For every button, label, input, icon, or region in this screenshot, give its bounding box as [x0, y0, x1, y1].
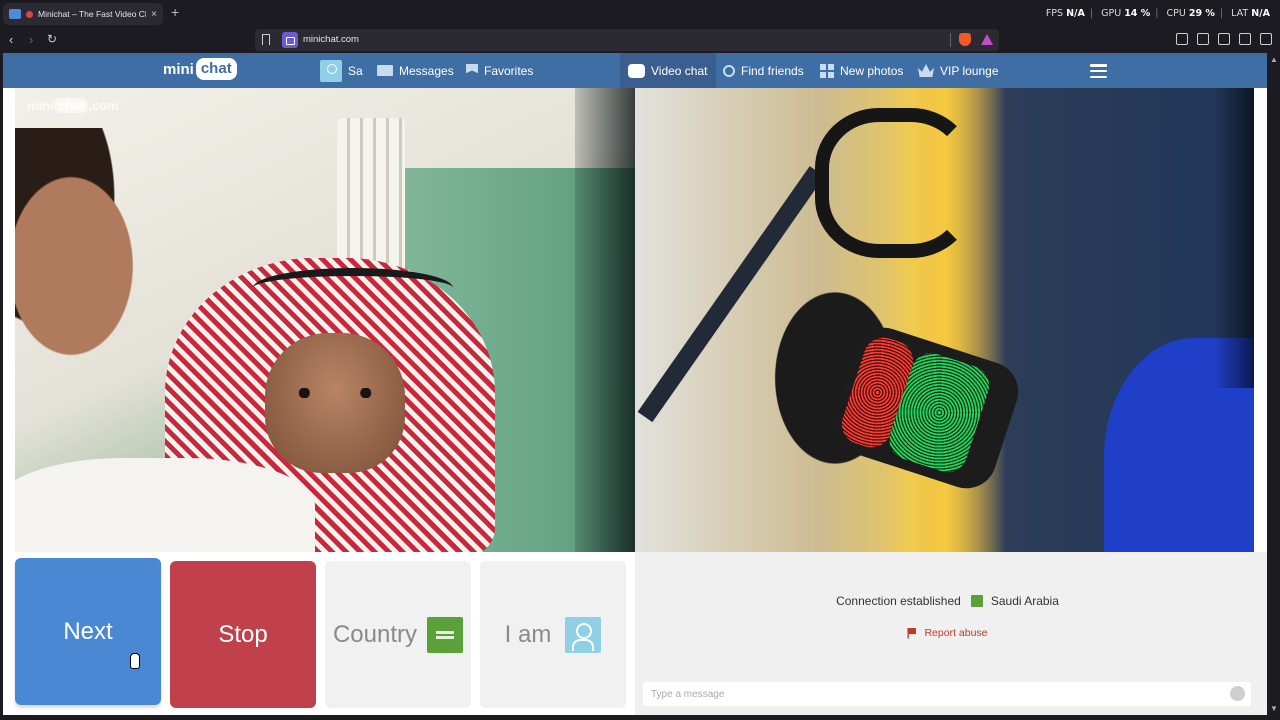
country-button[interactable]: Country [325, 561, 471, 708]
reload-icon[interactable]: ↻ [47, 32, 57, 46]
nav-messages-label: Messages [399, 63, 454, 78]
fps-label: FPS [1045, 8, 1064, 19]
recording-dot-icon [26, 10, 33, 18]
nav-find-friends-label: Find friends [741, 63, 804, 78]
hamburger-menu-icon[interactable] [1090, 64, 1107, 78]
nav-vip-lounge[interactable]: VIP lounge [918, 53, 999, 88]
cpu-value: 29 % [1188, 8, 1215, 19]
browser-tab-bar: Minichat – The Fast Video Ch × + FPS N/A… [0, 0, 1280, 27]
nav-favorites[interactable]: Favorites [466, 53, 533, 88]
user-avatar-icon [565, 616, 602, 653]
saudi-flag-icon [427, 616, 464, 653]
toolbar-icons [1176, 33, 1272, 45]
gender-button[interactable]: I am [480, 561, 626, 708]
brave-shields-icon[interactable] [959, 33, 971, 46]
user-name: Sa [348, 63, 363, 78]
nav-video-chat-label: Video chat [651, 63, 708, 78]
back-icon[interactable]: ‹ [9, 32, 13, 47]
country-label: Country [332, 620, 418, 648]
stop-label: Stop [218, 620, 268, 648]
browser-nav-bar: ‹ › ↻ minichat.com [0, 27, 1280, 53]
message-input[interactable] [651, 686, 1211, 702]
vpn-icon[interactable] [1239, 33, 1251, 45]
nav-new-photos[interactable]: New photos [820, 53, 903, 88]
grid-icon [820, 63, 834, 78]
chat-panel: Connection established Saudi Arabia Repo… [635, 552, 1267, 715]
brave-rewards-icon[interactable] [981, 34, 993, 45]
scroll-up-icon[interactable]: ▲ [1270, 55, 1278, 64]
bookmark-flag-icon [466, 63, 478, 74]
nav-find-friends[interactable]: Find friends [723, 53, 804, 88]
partner-video: mini chat .com [15, 88, 635, 552]
fps-value: N/A [1066, 8, 1085, 19]
forward-icon[interactable]: › [29, 32, 33, 47]
message-box[interactable] [643, 682, 1251, 706]
self-video [635, 88, 1254, 552]
logo-mini: mini [163, 61, 194, 78]
browser-tab[interactable]: Minichat – The Fast Video Ch × [3, 3, 163, 25]
lat-label: LAT [1231, 8, 1249, 19]
leo-ai-icon[interactable] [1218, 33, 1230, 45]
report-abuse-label: Report abuse [924, 627, 988, 639]
connection-text: Connection established [836, 594, 961, 608]
i-am-label: I am [504, 620, 552, 648]
saudi-flag-icon [970, 595, 983, 607]
nav-favorites-label: Favorites [484, 63, 534, 78]
url-text[interactable]: minichat.com [303, 34, 359, 45]
minichat-page: mini chat Sa Messages Favorites Video ch… [3, 53, 1267, 715]
tab-close-icon[interactable]: × [151, 9, 157, 20]
site-header: mini chat Sa Messages Favorites Video ch… [3, 53, 1267, 88]
address-bar[interactable]: minichat.com [255, 29, 999, 51]
cpu-label: CPU [1166, 8, 1186, 19]
mail-icon [377, 65, 393, 76]
logo-chat: chat [195, 58, 237, 80]
nav-messages[interactable]: Messages [377, 53, 454, 88]
next-button[interactable]: Next [15, 558, 161, 705]
video-watermark: mini chat .com [27, 98, 119, 113]
search-icon [723, 64, 735, 77]
minichat-logo[interactable]: mini chat [163, 58, 237, 80]
gpu-label: GPU [1101, 8, 1122, 19]
wallet-icon[interactable] [1197, 33, 1209, 45]
stop-button[interactable]: Stop [170, 561, 316, 708]
minichat-favicon-icon [9, 9, 21, 19]
profile-link[interactable]: Sa [320, 53, 363, 88]
gpu-value: 14 % [1124, 8, 1151, 19]
bookmark-icon[interactable] [262, 34, 270, 45]
lat-value: N/A [1251, 8, 1270, 19]
nav-video-chat[interactable]: Video chat [620, 53, 716, 88]
new-tab-button[interactable]: + [171, 4, 179, 20]
crown-icon [918, 64, 934, 77]
partner-country: Saudi Arabia [990, 594, 1059, 608]
mouse-cursor-icon [130, 653, 140, 669]
nav-vip-lounge-label: VIP lounge [940, 63, 999, 78]
report-flag-icon [907, 627, 917, 639]
user-avatar-icon [320, 59, 342, 82]
menu-icon[interactable] [1260, 33, 1272, 45]
address-divider [950, 33, 951, 47]
performance-stats: FPS N/A | GPU 14 % | CPU 29 % | LAT N/A [1045, 8, 1270, 19]
connection-status: Connection established Saudi Arabia [635, 594, 1260, 608]
emoji-icon[interactable] [1230, 686, 1245, 701]
report-abuse-link[interactable]: Report abuse [635, 627, 1260, 639]
nav-new-photos-label: New photos [840, 63, 904, 78]
tab-title: Minichat – The Fast Video Ch [38, 9, 147, 19]
next-label: Next [63, 617, 113, 645]
site-info-icon[interactable] [282, 32, 298, 48]
scroll-down-icon[interactable]: ▼ [1270, 704, 1278, 713]
sidebar-icon[interactable] [1176, 33, 1188, 45]
page-scrollbar[interactable]: ▲ ▼ [1267, 53, 1280, 715]
chat-bubble-icon [628, 63, 645, 78]
